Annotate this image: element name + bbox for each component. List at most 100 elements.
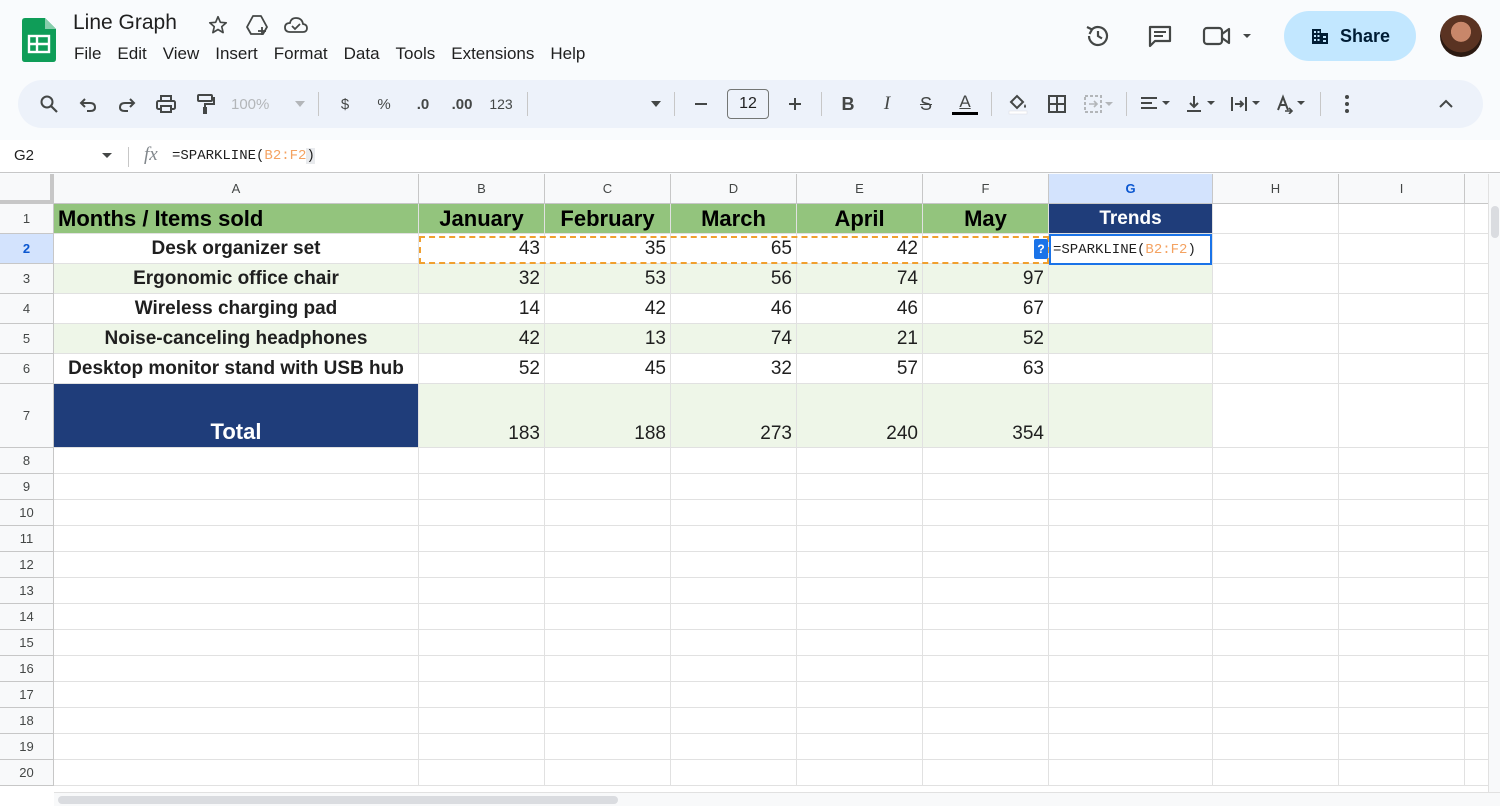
increase-font-size-icon[interactable] bbox=[782, 88, 808, 120]
percent-format-button[interactable]: % bbox=[371, 88, 397, 120]
grid-cell[interactable] bbox=[1339, 682, 1465, 708]
grid-cell[interactable] bbox=[54, 760, 419, 786]
column-header-g[interactable]: G bbox=[1049, 174, 1213, 204]
row-header-16[interactable]: 16 bbox=[0, 656, 54, 682]
grid-cell[interactable] bbox=[797, 448, 923, 474]
row-header-3[interactable]: 3 bbox=[0, 264, 54, 294]
grid-cell[interactable] bbox=[671, 578, 797, 604]
menu-data[interactable]: Data bbox=[336, 43, 388, 65]
grid-cell[interactable] bbox=[1049, 474, 1213, 500]
grid-cell[interactable] bbox=[671, 682, 797, 708]
value-cell[interactable]: 63 bbox=[923, 354, 1049, 384]
grid-cell[interactable] bbox=[1049, 708, 1213, 734]
total-label-cell[interactable]: Total bbox=[54, 384, 419, 448]
column-header-b[interactable]: B bbox=[419, 174, 545, 204]
horizontal-scroll-thumb[interactable] bbox=[58, 796, 618, 804]
row-header-19[interactable]: 19 bbox=[0, 734, 54, 760]
value-cell[interactable]: 57 bbox=[797, 354, 923, 384]
grid-cell[interactable] bbox=[545, 604, 671, 630]
grid-cell[interactable] bbox=[923, 448, 1049, 474]
grid-cell[interactable] bbox=[1049, 526, 1213, 552]
grid-cell[interactable] bbox=[797, 734, 923, 760]
vertical-align-icon[interactable] bbox=[1185, 88, 1217, 120]
row-header-18[interactable]: 18 bbox=[0, 708, 54, 734]
grid-cell[interactable] bbox=[1339, 708, 1465, 734]
grid-cell[interactable] bbox=[1339, 500, 1465, 526]
grid-cell[interactable] bbox=[1049, 500, 1213, 526]
grid-cell[interactable] bbox=[1339, 656, 1465, 682]
grid-cell[interactable] bbox=[671, 526, 797, 552]
merge-cells-icon[interactable] bbox=[1083, 88, 1113, 120]
value-cell[interactable]: 67 bbox=[923, 294, 1049, 324]
currency-format-button[interactable]: $ bbox=[332, 88, 358, 120]
row-header-10[interactable]: 10 bbox=[0, 500, 54, 526]
grid-cell[interactable] bbox=[1339, 204, 1465, 234]
value-cell[interactable]: 14 bbox=[419, 294, 545, 324]
grid-cell[interactable] bbox=[671, 734, 797, 760]
grid-cell[interactable] bbox=[419, 604, 545, 630]
select-all-corner[interactable] bbox=[0, 174, 54, 204]
value-cell[interactable]: 32 bbox=[671, 354, 797, 384]
zoom-select[interactable]: 100% bbox=[231, 88, 305, 120]
grid-cell[interactable] bbox=[1213, 682, 1339, 708]
grid-cell[interactable] bbox=[1339, 474, 1465, 500]
text-wrapping-icon[interactable] bbox=[1230, 88, 1262, 120]
grid-cell[interactable] bbox=[671, 656, 797, 682]
meet-button[interactable] bbox=[1202, 24, 1254, 48]
grid-cell[interactable] bbox=[671, 448, 797, 474]
value-cell[interactable]: 56 bbox=[671, 264, 797, 294]
grid-cell[interactable] bbox=[419, 708, 545, 734]
undo-icon[interactable] bbox=[75, 88, 101, 120]
column-header-i[interactable]: I bbox=[1339, 174, 1465, 204]
grid-cell[interactable] bbox=[419, 734, 545, 760]
grid-cell[interactable] bbox=[923, 578, 1049, 604]
item-name-cell[interactable]: Noise-canceling headphones bbox=[54, 324, 419, 354]
fill-color-icon[interactable] bbox=[1005, 88, 1031, 120]
header-cell-items[interactable]: Months / Items sold bbox=[54, 204, 419, 234]
grid-cell[interactable] bbox=[1049, 630, 1213, 656]
value-cell[interactable]: 21 bbox=[797, 324, 923, 354]
grid-cell[interactable] bbox=[54, 656, 419, 682]
value-cell[interactable]: 52 bbox=[419, 354, 545, 384]
grid-cell[interactable] bbox=[1339, 578, 1465, 604]
grid-cell[interactable] bbox=[1049, 656, 1213, 682]
grid-cell[interactable] bbox=[1213, 294, 1339, 324]
chevron-down-icon[interactable] bbox=[102, 153, 112, 158]
value-cell[interactable]: 74 bbox=[671, 324, 797, 354]
sheet-grid[interactable]: A B C D E F G H I 1 2 3 4 5 6 7 8 9 10 11 12 13 14 15 16 17 18 19 20… bbox=[0, 174, 1500, 806]
value-cell[interactable]: 97 bbox=[923, 264, 1049, 294]
header-cell-month[interactable]: May bbox=[923, 204, 1049, 234]
row-header-13[interactable]: 13 bbox=[0, 578, 54, 604]
value-cell[interactable]: 13 bbox=[545, 324, 671, 354]
menu-view[interactable]: View bbox=[155, 43, 208, 65]
grid-cell[interactable] bbox=[545, 526, 671, 552]
grid-cell[interactable] bbox=[545, 448, 671, 474]
grid-cell[interactable] bbox=[1339, 448, 1465, 474]
grid-cell[interactable] bbox=[54, 474, 419, 500]
italic-button[interactable]: I bbox=[874, 88, 900, 120]
grid-cell[interactable] bbox=[923, 474, 1049, 500]
grid-cell[interactable] bbox=[923, 760, 1049, 786]
decrease-decimal-button[interactable]: .0 bbox=[410, 88, 436, 120]
grid-cell[interactable] bbox=[545, 682, 671, 708]
grid-cell[interactable] bbox=[419, 552, 545, 578]
value-cell[interactable]: 35 bbox=[545, 234, 671, 264]
grid-cell[interactable] bbox=[1049, 294, 1213, 324]
cloud-saved-icon[interactable] bbox=[283, 12, 309, 38]
grid-cell[interactable] bbox=[797, 656, 923, 682]
grid-cell[interactable] bbox=[54, 708, 419, 734]
move-to-drive-icon[interactable] bbox=[244, 12, 270, 38]
grid-cell[interactable] bbox=[545, 760, 671, 786]
grid-cell[interactable] bbox=[671, 604, 797, 630]
item-name-cell[interactable]: Ergonomic office chair bbox=[54, 264, 419, 294]
menu-file[interactable]: File bbox=[66, 43, 109, 65]
row-header-11[interactable]: 11 bbox=[0, 526, 54, 552]
grid-cell[interactable] bbox=[923, 604, 1049, 630]
menu-tools[interactable]: Tools bbox=[388, 43, 444, 65]
grid-cell[interactable] bbox=[671, 474, 797, 500]
grid-cell[interactable] bbox=[797, 630, 923, 656]
grid-cell[interactable] bbox=[419, 500, 545, 526]
value-cell[interactable]: 74 bbox=[797, 264, 923, 294]
header-cell-month[interactable]: January bbox=[419, 204, 545, 234]
row-header-7[interactable]: 7 bbox=[0, 384, 54, 448]
